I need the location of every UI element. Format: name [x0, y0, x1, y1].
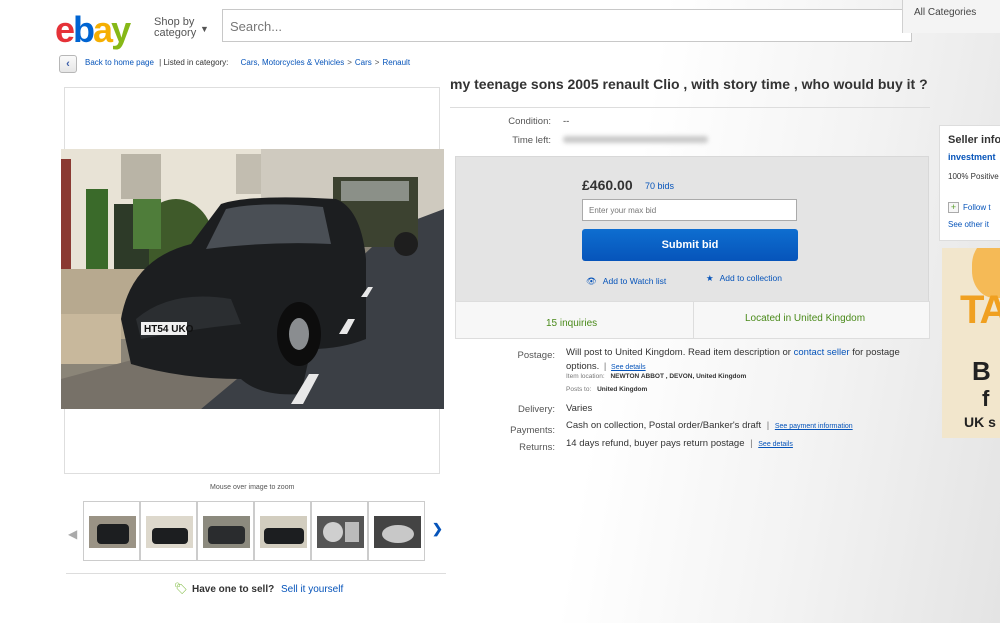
- thumbnail[interactable]: [311, 501, 368, 561]
- back-to-home-link[interactable]: Back to home page: [85, 58, 154, 67]
- max-bid-placeholder: Enter your max bid: [589, 206, 657, 215]
- ad-text: B: [972, 356, 991, 386]
- back-arrow-icon[interactable]: ‹: [59, 55, 77, 73]
- divider: [450, 107, 930, 108]
- watch-label: Add to Watch list: [602, 276, 667, 286]
- time-left-value-blurred: [563, 136, 708, 143]
- inquiries-count: 15 inquiries: [546, 318, 598, 329]
- postage-text-part: options.: [566, 361, 600, 372]
- seller-name-link[interactable]: investment: [948, 152, 996, 162]
- ad-text: TA: [960, 288, 1000, 332]
- breadcrumb-separator: >: [347, 58, 352, 67]
- posts-to-label: Posts to:: [566, 386, 592, 393]
- ad-text: f: [982, 386, 990, 411]
- returns-value: 14 days refund, buyer pays return postag…: [566, 438, 745, 449]
- sell-it-yourself-link[interactable]: Sell it yourself: [281, 584, 343, 595]
- advertisement-banner[interactable]: TA B f UK s: [942, 248, 1000, 438]
- search-placeholder: Search...: [230, 19, 283, 34]
- logo-letter-b: b: [73, 9, 95, 50]
- item-location-label: Item location:: [566, 373, 605, 380]
- zoom-hint: Mouse over image to zoom: [210, 484, 295, 491]
- add-to-collection-link[interactable]: ★ Add to collection: [706, 273, 782, 284]
- postage-text-part: for postage: [852, 347, 900, 358]
- divider: [66, 573, 446, 574]
- payments-line: Cash on collection, Postal order/Banker'…: [566, 420, 853, 431]
- item-location-summary: Located in United Kingdom: [745, 313, 866, 324]
- payments-label: Payments:: [510, 425, 555, 436]
- chevron-down-icon: ▼: [200, 24, 209, 34]
- item-location-line: Item location: NEWTON ABBOT , DEVON, Uni…: [566, 373, 746, 380]
- postage-label: Postage:: [517, 350, 556, 361]
- license-plate-text: HT54 UKO: [144, 324, 194, 335]
- see-postage-details-link[interactable]: See details: [611, 364, 646, 371]
- seller-info-box: Seller info investment 100% Positive + Fo…: [939, 125, 1000, 241]
- seller-info-heading: Seller info: [948, 134, 1000, 146]
- breadcrumb-item-cars-motorcycles[interactable]: Cars, Motorcycles & Vehicles: [241, 58, 345, 67]
- posts-to-line: Posts to: United Kingdom: [566, 386, 647, 393]
- bid-count-link[interactable]: 70 bids: [645, 181, 674, 191]
- thumbnail[interactable]: [83, 501, 140, 561]
- sell-question: Have one to sell?: [191, 584, 275, 595]
- main-car-photo[interactable]: HT54 UKO: [61, 149, 444, 409]
- logo-letter-y: y: [111, 9, 131, 50]
- postage-text: Will post to United Kingdom. Read item d…: [566, 347, 900, 358]
- delivery-value: Varies: [566, 403, 593, 414]
- plus-icon: +: [948, 202, 959, 213]
- chevron-left-icon[interactable]: ◀: [68, 527, 77, 541]
- eye-icon: 👁: [586, 276, 597, 286]
- thumbnail[interactable]: [140, 501, 197, 561]
- breadcrumb: Back to home page | Listed in category: …: [85, 58, 410, 67]
- search-input[interactable]: Search...: [222, 9, 912, 42]
- returns-line: 14 days refund, buyer pays return postag…: [566, 438, 793, 449]
- breadcrumb-item-cars[interactable]: Cars: [355, 58, 372, 67]
- all-categories-label: All Categories: [914, 7, 977, 18]
- breadcrumb-item-renault[interactable]: Renault: [382, 58, 410, 67]
- condition-label: Condition:: [508, 116, 551, 127]
- star-icon: ★: [706, 273, 714, 283]
- contact-seller-link[interactable]: contact seller: [794, 347, 850, 358]
- price-tag-icon: 🏷: [174, 583, 188, 595]
- page: ebay Shop by category ▼ Search... All Ca…: [0, 0, 1000, 623]
- see-returns-details-link[interactable]: See details: [758, 441, 793, 448]
- listed-in-label: | Listed in category:: [159, 58, 229, 67]
- postage-text-part: Will post to United Kingdom. Read item d…: [566, 347, 791, 358]
- thumbnail[interactable]: [254, 501, 311, 561]
- breadcrumb-separator: >: [374, 58, 380, 67]
- follow-seller-link[interactable]: + Follow t: [948, 202, 991, 213]
- logo-letter-a: a: [93, 9, 113, 50]
- add-to-watch-list-link[interactable]: 👁 Add to Watch list: [586, 276, 666, 287]
- chevron-right-icon[interactable]: ❯: [432, 521, 443, 537]
- payments-value: Cash on collection, Postal order/Banker'…: [566, 420, 762, 431]
- collection-label: Add to collection: [719, 273, 782, 283]
- returns-label: Returns:: [519, 442, 555, 453]
- divider: [693, 302, 694, 338]
- ebay-logo[interactable]: ebay: [55, 9, 131, 50]
- follow-label: Follow t: [963, 203, 991, 212]
- item-location-value: NEWTON ABBOT , DEVON, United Kingdom: [610, 373, 747, 380]
- logo-letter-e: e: [55, 9, 75, 50]
- see-other-items-link[interactable]: See other it: [948, 220, 989, 229]
- item-title: my teenage sons 2005 renault Clio , with…: [450, 76, 928, 92]
- ad-text: UK s: [964, 414, 996, 430]
- delivery-label: Delivery:: [518, 404, 555, 415]
- see-payment-information-link[interactable]: See payment information: [775, 423, 853, 430]
- thumbnail[interactable]: [197, 501, 254, 561]
- posts-to-value: United Kingdom: [597, 386, 648, 393]
- thumbnail[interactable]: [368, 501, 425, 561]
- max-bid-input[interactable]: Enter your max bid: [582, 199, 797, 221]
- all-categories-select[interactable]: All Categories: [902, 0, 1000, 33]
- condition-value: --: [563, 116, 570, 127]
- submit-bid-button[interactable]: Submit bid: [582, 229, 798, 261]
- current-price: £460.00: [582, 177, 633, 193]
- category-label: category: [154, 27, 197, 39]
- sell-prompt: 🏷 Have one to sell? Sell it yourself: [174, 582, 343, 595]
- seller-feedback-percent: 100% Positive: [948, 172, 999, 181]
- shop-by-category-button[interactable]: Shop by category ▼: [154, 17, 209, 39]
- postage-options-line: options. | See details: [566, 361, 646, 372]
- time-left-label: Time left:: [512, 135, 551, 146]
